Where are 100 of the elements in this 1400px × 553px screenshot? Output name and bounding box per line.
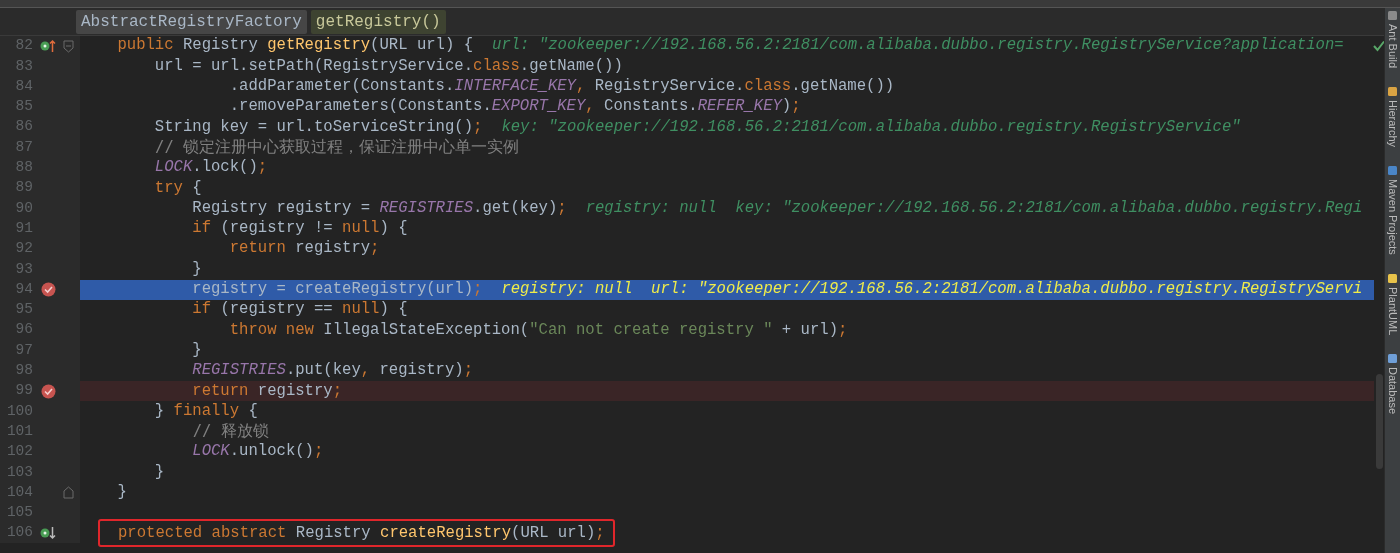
- code-text: + url): [780, 319, 838, 341]
- tool-window-tab[interactable]: Database: [1385, 367, 1400, 415]
- code-text: .get(key): [473, 197, 558, 219]
- code-text: .removeParameters(Constants.: [228, 96, 492, 118]
- line-number: 97: [14, 340, 33, 360]
- keyword-text: ;: [557, 197, 567, 219]
- line-number: 105: [5, 503, 33, 523]
- code-text: String key = url.toServiceString(): [153, 116, 474, 138]
- debug-value-hint: key: "zookeeper://192.168.56.2:2181/com.alibaba.dubbo.registry.RegistryService": [501, 116, 1241, 138]
- constant-name: REGISTRIES: [191, 360, 286, 382]
- tool-window-tab[interactable]: PlantUML: [1385, 286, 1400, 336]
- constant-name: EXPORT_KEY: [491, 96, 586, 118]
- debug-value-hint: url: "zookeeper://192.168.56.2:2181/com.alibaba.dubbo.registry.RegistryService?application=: [492, 35, 1344, 57]
- code-text: }: [191, 339, 202, 361]
- code-text: ) {: [379, 299, 408, 321]
- code-text: .addParameter(Constants.: [228, 76, 455, 98]
- line-number: 91: [14, 218, 33, 238]
- breadcrumb-tab[interactable]: AbstractRegistryFactory: [76, 9, 307, 34]
- keyword-text: class: [473, 55, 520, 77]
- line-number: 96: [14, 320, 33, 340]
- code-text: {: [248, 400, 258, 422]
- string-literal: "Can not create registry ": [529, 319, 773, 341]
- code-text: RegistryService.: [594, 76, 745, 98]
- line-number: 99: [14, 381, 33, 401]
- code-text: (registry ==: [220, 299, 334, 321]
- keyword-text: ;: [332, 380, 343, 402]
- code-text: .unlock(): [229, 441, 314, 463]
- keyword-text: protected abstract: [118, 522, 288, 544]
- code-text: }: [153, 400, 166, 422]
- constant-name: LOCK: [191, 441, 230, 463]
- keyword-text: throw new: [228, 319, 315, 341]
- code-text: Registry: [295, 522, 372, 544]
- keyword-text: ;: [838, 319, 848, 341]
- code-text: registry: [257, 380, 333, 402]
- code-text: {: [192, 177, 202, 199]
- line-number: 87: [14, 137, 33, 157]
- keyword-text: null: [342, 299, 380, 321]
- code-text: registry = createRegistry(url): [191, 279, 474, 300]
- tool-window-tab[interactable]: Ant Build: [1385, 24, 1400, 69]
- code-text: registry): [379, 360, 464, 382]
- code-text: IllegalStateException(: [323, 319, 530, 341]
- keyword-text: ;: [313, 441, 324, 463]
- code-text: }: [191, 258, 202, 280]
- line-number: 83: [14, 56, 33, 76]
- keyword-text: if: [191, 299, 212, 321]
- line-number: 85: [14, 97, 33, 117]
- keyword-text: ;: [595, 522, 605, 544]
- keyword-text: ;: [257, 157, 268, 179]
- keyword-text: if: [191, 218, 212, 240]
- line-number: 94: [14, 279, 33, 299]
- line-number: 86: [14, 117, 33, 137]
- debug-value-hint: registry: null key: "zookeeper://192.168.56.2:2181/com.alibaba.dubbo.registry.Regi: [585, 197, 1363, 219]
- code-comment: // 释放锁: [191, 421, 269, 443]
- debug-value-hint: registry: null url: "zookeeper://192.168.56.2:2181/com.alibaba.dubbo.registry.RegistryServi: [501, 279, 1363, 300]
- code-text: }: [153, 461, 165, 483]
- keyword-text: ;: [473, 279, 483, 300]
- constant-name: REGISTRIES: [379, 197, 474, 219]
- code-text: (URL url): [511, 522, 596, 544]
- line-number: 82: [14, 36, 33, 56]
- code-text: registry: [295, 238, 371, 260]
- code-text: .put(key: [285, 360, 361, 382]
- keyword-text: ,: [585, 96, 596, 118]
- line-number: 104: [5, 482, 33, 502]
- constant-name: REFER_KEY: [697, 96, 782, 118]
- line-number: 102: [5, 442, 33, 462]
- code-text: }: [116, 482, 127, 503]
- line-number: 93: [14, 259, 33, 279]
- code-comment: // 锁定注册中心获取过程，保证注册中心单一实例: [154, 136, 520, 158]
- keyword-text: return: [228, 238, 287, 260]
- method-name: createRegistry: [380, 522, 512, 544]
- keyword-text: ;: [791, 96, 801, 118]
- keyword-text: return: [191, 380, 250, 402]
- code-text: Constants.: [604, 96, 698, 118]
- code-text: Registry: [182, 35, 259, 57]
- keyword-text: try: [153, 177, 184, 199]
- line-number: 95: [14, 300, 33, 320]
- keyword-text: ;: [473, 116, 483, 138]
- line-number: 89: [14, 178, 33, 198]
- keyword-text: ;: [370, 238, 380, 260]
- line-number: 106: [5, 523, 33, 543]
- keyword-text: ,: [360, 360, 372, 382]
- code-text: (registry !=: [220, 218, 334, 240]
- keyword-text: class: [744, 76, 792, 98]
- tool-window-tab[interactable]: Maven Projects: [1385, 179, 1400, 255]
- line-number: 101: [5, 421, 33, 441]
- breadcrumb-tab[interactable]: getRegistry(): [310, 9, 446, 34]
- code-text: Registry registry =: [191, 197, 372, 219]
- keyword-text: finally: [173, 400, 241, 422]
- code-text: .getName()): [791, 76, 895, 98]
- line-number: 84: [14, 76, 33, 96]
- line-number: 88: [14, 158, 33, 178]
- line-number: 103: [5, 462, 33, 482]
- constant-name: INTERFACE_KEY: [454, 76, 576, 98]
- keyword-text: public: [116, 35, 175, 57]
- keyword-text: null: [342, 218, 380, 240]
- method-name: getRegistry: [267, 35, 371, 57]
- code-text: (URL url) {: [370, 35, 474, 57]
- tool-window-tab[interactable]: Hierarchy: [1385, 100, 1400, 148]
- code-text: url = url.setPath(RegistryService.: [153, 55, 474, 77]
- code-text: .lock(): [192, 157, 258, 179]
